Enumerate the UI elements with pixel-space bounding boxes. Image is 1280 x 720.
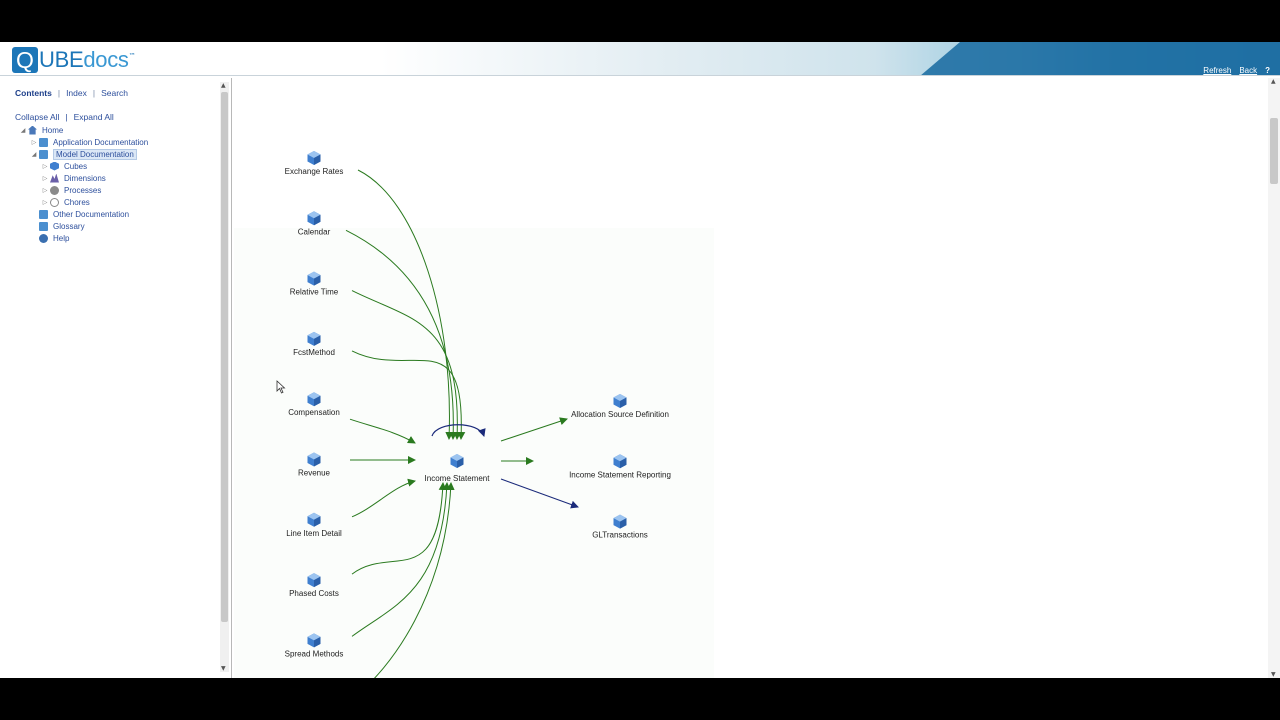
scroll-up-icon[interactable]: ▲ [221, 82, 226, 89]
clock-icon [50, 197, 59, 207]
node-label: Compensation [288, 408, 340, 417]
dimension-icon [50, 173, 59, 183]
node-label: Exchange Rates [285, 167, 344, 176]
source-cube-node[interactable]: Calendar [298, 211, 331, 236]
tree-item-model-documentation[interactable]: ◢ Model Documentation [18, 148, 148, 160]
tree-item-other-documentation[interactable]: Other Documentation [18, 208, 148, 220]
cube-icon [50, 161, 59, 171]
tree-item-label: Home [42, 125, 64, 135]
tree-item-label: Cubes [64, 161, 88, 171]
tree-item-label: Dimensions [64, 173, 106, 183]
book-icon [39, 209, 48, 219]
tab-index[interactable]: Index [66, 88, 87, 98]
help-link[interactable]: ? [1265, 66, 1270, 75]
gear-icon [50, 185, 59, 195]
scroll-down-icon[interactable]: ▼ [1271, 671, 1276, 678]
cube-dependency-diagram: Exchange Rates Calendar Relative Time FcstM… [234, 151, 714, 678]
tree-item-application-documentation[interactable]: ▷ Application Documentation [18, 136, 148, 148]
mouse-pointer-icon [276, 380, 286, 394]
qubedocs-window: Q UBEdocs ™ Refresh Back ? Contents | In… [0, 42, 1280, 678]
header-links: Refresh Back ? [1203, 66, 1270, 75]
tree-item-label: Chores [64, 197, 90, 207]
node-label: Income Statement [425, 474, 491, 483]
collapsed-toggle-icon[interactable]: ▷ [40, 187, 50, 194]
tab-search[interactable]: Search [101, 88, 128, 98]
contents-tree: ◢ Home ▷ Application Documentation ◢ Mod… [18, 124, 148, 244]
home-icon [28, 125, 37, 135]
navigation-panel: Contents | Index | Search Collapse All |… [0, 78, 232, 678]
node-label: FcstMethod [293, 348, 335, 357]
collapsed-toggle-icon[interactable]: ▷ [40, 175, 50, 182]
qubedocs-logo: Q UBEdocs ™ [12, 47, 136, 73]
left-scroll-thumb[interactable] [221, 92, 228, 622]
expanded-toggle-icon[interactable]: ◢ [18, 127, 28, 134]
left-scrollbar[interactable]: ▲ ▼ [220, 82, 229, 672]
logo-ube: UBE [39, 47, 84, 72]
scroll-up-icon[interactable]: ▲ [1271, 78, 1276, 85]
collapsed-toggle-icon[interactable]: ▷ [40, 163, 50, 170]
source-cube-node[interactable]: Exchange Rates [285, 151, 344, 176]
tree-item-label: Help [53, 233, 70, 243]
tree-item-label: Other Documentation [53, 209, 130, 219]
collapsed-toggle-icon[interactable]: ▷ [29, 139, 39, 146]
main-scrollbar[interactable]: ▲ ▼ [1268, 78, 1280, 678]
node-label: Income Statement Reporting [569, 470, 671, 479]
tree-item-chores[interactable]: ▷ Chores [18, 196, 148, 208]
tree-item-label: Application Documentation [53, 137, 149, 147]
tab-separator: | [57, 88, 61, 98]
node-label: Revenue [298, 469, 331, 478]
tab-contents[interactable]: Contents [15, 88, 52, 98]
main-scroll-thumb[interactable] [1270, 118, 1278, 184]
tree-item-home[interactable]: ◢ Home [18, 124, 148, 136]
back-link[interactable]: Back [1239, 66, 1257, 75]
book-icon [39, 221, 48, 231]
tree-item-help[interactable]: Help [18, 232, 148, 244]
tree-actions: Collapse All | Expand All [15, 112, 114, 122]
logo-docs: docs [83, 47, 129, 72]
header-bar: Q UBEdocs ™ Refresh Back ? [0, 42, 1280, 76]
diagram-panel: Exchange Rates Calendar Relative Time FcstM… [234, 78, 1280, 678]
expand-all-link[interactable]: Expand All [74, 112, 114, 122]
tree-item-processes[interactable]: ▷ Processes [18, 184, 148, 196]
node-label: Line Item Detail [286, 529, 342, 538]
tree-item-label: Processes [64, 185, 102, 195]
collapse-all-link[interactable]: Collapse All [15, 112, 59, 122]
node-label: Spread Methods [285, 649, 344, 658]
refresh-link[interactable]: Refresh [1203, 66, 1231, 75]
nav-tabs: Contents | Index | Search [15, 88, 128, 98]
logo-trademark: ™ [128, 52, 136, 60]
tree-item-label: Model Documentation [53, 148, 137, 160]
help-icon [39, 233, 48, 243]
scroll-down-icon[interactable]: ▼ [221, 665, 226, 672]
logo-text: UBEdocs [39, 47, 129, 73]
node-label: GLTransactions [592, 531, 648, 540]
node-label: Allocation Source Definition [571, 410, 669, 419]
tree-item-glossary[interactable]: Glossary [18, 220, 148, 232]
collapsed-toggle-icon[interactable]: ▷ [40, 199, 50, 206]
tree-item-label: Glossary [53, 221, 85, 231]
logo-q-box: Q [12, 47, 38, 73]
actions-separator: | [65, 112, 68, 122]
node-label: Calendar [298, 227, 331, 236]
tree-item-dimensions[interactable]: ▷ Dimensions [18, 172, 148, 184]
node-label: Phased Costs [289, 589, 339, 598]
book-icon [39, 149, 48, 159]
book-icon [39, 137, 48, 147]
expanded-toggle-icon[interactable]: ◢ [29, 151, 39, 158]
tab-separator: | [92, 88, 96, 98]
node-label: Relative Time [290, 288, 339, 297]
tree-item-cubes[interactable]: ▷ Cubes [18, 160, 148, 172]
